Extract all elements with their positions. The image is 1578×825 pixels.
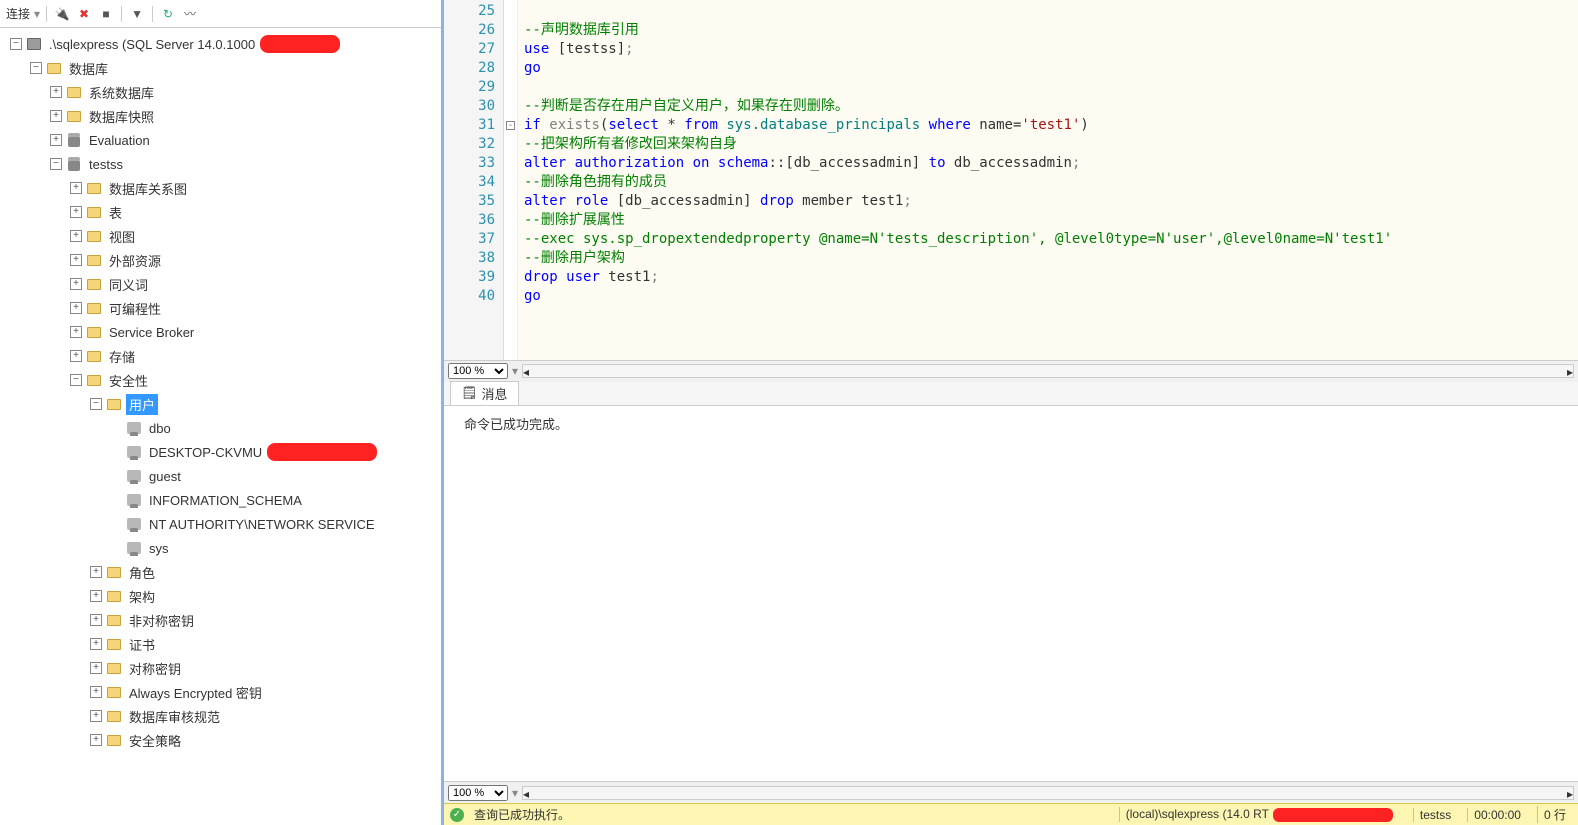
schemas-node[interactable]: +架构 <box>0 584 441 608</box>
status-connection: (local)\sqlexpress (14.0 RT <box>1119 807 1403 822</box>
user-dbo[interactable]: dbo <box>0 416 441 440</box>
snapshots-node[interactable]: +数据库快照 <box>0 104 441 128</box>
editor-hscroll[interactable]: ◂▸ <box>522 364 1574 378</box>
status-bar: ✓ 查询已成功执行。 (local)\sqlexpress (14.0 RT t… <box>444 803 1578 825</box>
object-explorer: 连接 ▾ 🔌 ✖ ■ ▼ ↻ 〰 −.\sqlexpress (SQL Serv… <box>0 0 444 825</box>
views-node[interactable]: +视图 <box>0 224 441 248</box>
service-broker-node[interactable]: +Service Broker <box>0 320 441 344</box>
status-rows: 0 行 <box>1537 806 1572 823</box>
roles-node[interactable]: +角色 <box>0 560 441 584</box>
audit-specs-node[interactable]: +数据库审核规范 <box>0 704 441 728</box>
external-resources-node[interactable]: +外部资源 <box>0 248 441 272</box>
messages-pane: 命令已成功完成。 <box>444 406 1578 782</box>
filter-icon[interactable]: ▼ <box>128 5 146 23</box>
code-area[interactable]: --声明数据库引用use [testss];go --判断是否存在用户自定义用户… <box>518 0 1578 360</box>
editor-zoom-select[interactable]: 100 % <box>448 363 508 379</box>
db-testss[interactable]: −testss <box>0 152 441 176</box>
connect-icon[interactable]: 🔌 <box>53 5 71 23</box>
messages-icon: 🗒 <box>461 385 478 401</box>
user-infoschema[interactable]: INFORMATION_SCHEMA <box>0 488 441 512</box>
redacted <box>267 443 377 461</box>
editor-zoom-bar: 100 % ▾ ◂▸ <box>444 360 1578 382</box>
users-node[interactable]: −用户 <box>0 392 441 416</box>
sql-editor[interactable]: ⬍ 25262728293031323334353637383940 - --声… <box>444 0 1578 360</box>
success-icon: ✓ <box>450 808 464 822</box>
user-desktop[interactable]: DESKTOP-CKVMU <box>0 440 441 464</box>
user-sys[interactable]: sys <box>0 536 441 560</box>
tables-node[interactable]: +表 <box>0 200 441 224</box>
symkeys-node[interactable]: +对称密钥 <box>0 656 441 680</box>
object-tree: −.\sqlexpress (SQL Server 14.0.1000 −数据库… <box>0 28 441 809</box>
activity-icon[interactable]: 〰 <box>181 5 199 23</box>
results-hscroll[interactable]: ◂▸ <box>522 786 1574 800</box>
tree-hscroll[interactable] <box>0 809 441 825</box>
redacted <box>260 35 340 53</box>
storage-node[interactable]: +存储 <box>0 344 441 368</box>
disconnect-icon[interactable]: ✖ <box>75 5 93 23</box>
sysdb-node[interactable]: +系统数据库 <box>0 80 441 104</box>
results-zoom-bar: 100 % ▾ ◂▸ <box>444 781 1578 803</box>
db-evaluation[interactable]: +Evaluation <box>0 128 441 152</box>
explorer-toolbar: 连接 ▾ 🔌 ✖ ■ ▼ ↻ 〰 <box>0 0 441 28</box>
messages-tab[interactable]: 🗒消息 <box>450 381 519 405</box>
sec-policies-node[interactable]: +安全策略 <box>0 728 441 752</box>
server-node[interactable]: −.\sqlexpress (SQL Server 14.0.1000 <box>0 32 441 56</box>
programmability-node[interactable]: +可编程性 <box>0 296 441 320</box>
certs-node[interactable]: +证书 <box>0 632 441 656</box>
status-time: 00:00:00 <box>1467 808 1527 822</box>
connect-label[interactable]: 连接 <box>6 5 30 22</box>
results-zoom-select[interactable]: 100 % <box>448 785 508 801</box>
diagrams-node[interactable]: +数据库关系图 <box>0 176 441 200</box>
stop-icon[interactable]: ■ <box>97 5 115 23</box>
asymkeys-node[interactable]: +非对称密钥 <box>0 608 441 632</box>
refresh-icon[interactable]: ↻ <box>159 5 177 23</box>
editor-panel: ⬍ 25262728293031323334353637383940 - --声… <box>444 0 1578 825</box>
message-text: 命令已成功完成。 <box>464 414 1558 433</box>
ae-keys-node[interactable]: +Always Encrypted 密钥 <box>0 680 441 704</box>
security-node[interactable]: −安全性 <box>0 368 441 392</box>
line-gutter: 25262728293031323334353637383940 <box>444 0 504 360</box>
databases-node[interactable]: −数据库 <box>0 56 441 80</box>
user-guest[interactable]: guest <box>0 464 441 488</box>
results-tabbar: 🗒消息 <box>444 382 1578 406</box>
status-db: testss <box>1413 808 1457 822</box>
fold-column[interactable]: - <box>504 0 518 360</box>
redacted <box>1273 808 1393 822</box>
user-nt[interactable]: NT AUTHORITY\NETWORK SERVICE <box>0 512 441 536</box>
synonyms-node[interactable]: +同义词 <box>0 272 441 296</box>
status-message: 查询已成功执行。 <box>474 806 570 823</box>
